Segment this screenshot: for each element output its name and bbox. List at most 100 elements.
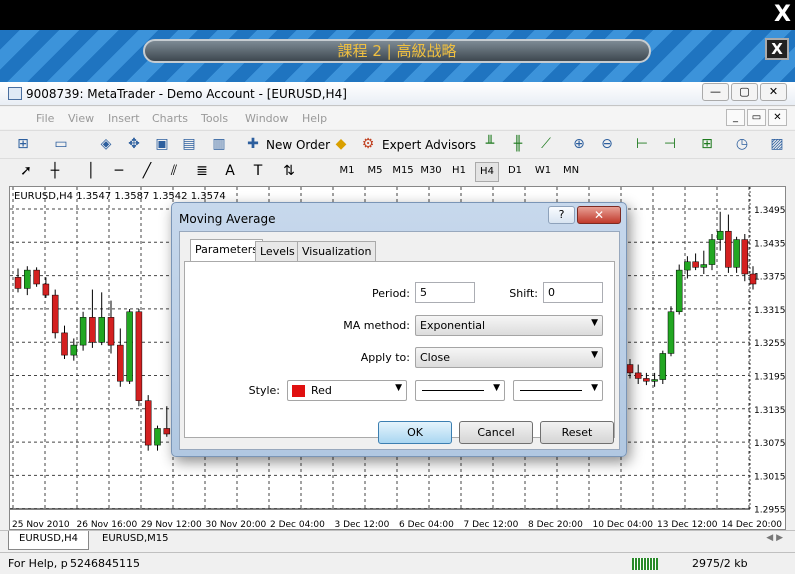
candle-body <box>42 283 50 296</box>
menu-tools[interactable]: Tools <box>201 112 228 125</box>
equidistant-channel-icon[interactable]: ⫽ <box>165 162 183 180</box>
mdi-restore-button[interactable]: ▭ <box>747 109 766 126</box>
templates-icon[interactable]: ▨ <box>768 135 786 153</box>
candle-body <box>70 344 78 356</box>
vertical-line-icon[interactable]: │ <box>82 162 100 180</box>
navigator-icon[interactable]: ✥ <box>125 135 143 153</box>
line-width-select[interactable]: ▼ <box>513 380 603 401</box>
trendline-icon[interactable]: ╱ <box>138 162 156 180</box>
time-label: 6 Dec 04:00 <box>399 520 454 530</box>
timeframe-m1[interactable]: M1 <box>335 165 359 176</box>
candle-body <box>144 400 152 446</box>
bar-chart-icon[interactable]: ╨ <box>481 135 499 153</box>
window-titlebar: 9008739: MetaTrader - Demo Account - [EU… <box>0 82 795 106</box>
mdi-close-button[interactable]: ✕ <box>768 109 787 126</box>
text-label-icon[interactable]: T <box>249 162 267 180</box>
timeframe-m5[interactable]: M5 <box>363 165 387 176</box>
timeframe-m30[interactable]: M30 <box>419 165 443 176</box>
candle-body <box>675 269 683 313</box>
tab-levels[interactable]: Levels <box>255 241 300 261</box>
timeframe-w1[interactable]: W1 <box>531 165 555 176</box>
indicators-icon[interactable]: ⊞ <box>698 135 716 153</box>
zoom-in-icon[interactable]: ⊕ <box>570 135 588 153</box>
time-label: 25 Nov 2010 <box>12 520 70 530</box>
meta-editor-icon[interactable]: ◆ <box>332 135 350 153</box>
tab-visualization[interactable]: Visualization <box>297 241 377 261</box>
line-style-select[interactable]: ▼ <box>415 380 505 401</box>
outer-top-bar: X <box>0 0 795 30</box>
menu-view[interactable]: View <box>68 112 94 125</box>
text-icon[interactable]: A <box>221 162 239 180</box>
dialog-close-button[interactable]: ✕ <box>577 206 621 224</box>
ok-button[interactable]: OK <box>378 421 452 444</box>
color-swatch <box>292 385 305 397</box>
app-icon <box>8 87 22 100</box>
tab-scroll-icon[interactable]: ◀ ▶ <box>766 533 783 543</box>
dialog-title: Moving Average <box>179 212 276 226</box>
chart-info: EURUSD,H4 1.3547 1.3587 1.3542 1.3574 <box>14 191 226 202</box>
chart-shift-icon[interactable]: ⊣ <box>661 135 679 153</box>
horizontal-line-icon[interactable]: ─ <box>110 162 128 180</box>
minimize-button[interactable]: — <box>702 83 729 101</box>
tester-icon[interactable]: ▥ <box>210 135 228 153</box>
zoom-out-icon[interactable]: ⊖ <box>598 135 616 153</box>
apply-to-value: Close <box>420 351 450 364</box>
price-label: 1.3075 <box>754 439 786 449</box>
profiles-icon[interactable]: ▭ <box>52 135 70 153</box>
tab-eurusd-h4[interactable]: EURUSD,H4 <box>8 531 90 550</box>
ma-method-value: Exponential <box>420 319 486 332</box>
menu-help[interactable]: Help <box>302 112 327 125</box>
candle-body <box>667 311 675 354</box>
new-chart-icon[interactable]: ⊞ <box>14 135 32 153</box>
price-label: 1.3435 <box>754 239 786 249</box>
dialog-help-button[interactable]: ? <box>548 206 575 224</box>
shift-input[interactable]: 0 <box>543 282 603 303</box>
color-select[interactable]: Red ▼ <box>287 380 407 401</box>
cursor-icon[interactable]: ➚ <box>17 162 35 180</box>
expert-advisors-button[interactable]: Expert Advisors <box>382 138 476 152</box>
candle-body <box>61 332 68 356</box>
banner-close-button[interactable]: X <box>765 38 789 60</box>
fibonacci-icon[interactable]: ≣ <box>193 162 211 180</box>
timeframe-h4[interactable]: H4 <box>475 162 499 182</box>
crosshair-icon[interactable]: ┼ <box>46 162 64 180</box>
cancel-button[interactable]: Cancel <box>459 421 533 444</box>
period-input[interactable]: 5 <box>415 282 475 303</box>
time-label: 3 Dec 12:00 <box>335 520 390 530</box>
price-label: 1.3255 <box>754 339 786 349</box>
ma-method-select[interactable]: Exponential ▼ <box>415 315 603 336</box>
timeframe-h1[interactable]: H1 <box>447 165 471 176</box>
time-label: 30 Nov 20:00 <box>206 520 267 530</box>
standard-toolbar: ⊞ ▭ ◈ ✥ ▣ ▤ ▥ ✚ New Order ◆ ⚙ Expert Adv… <box>0 130 795 157</box>
reset-button[interactable]: Reset <box>540 421 614 444</box>
timeframe-mn[interactable]: MN <box>559 165 583 176</box>
tab-parameters[interactable]: Parameters <box>190 239 263 262</box>
time-label: 13 Dec 12:00 <box>657 520 718 530</box>
mdi-minimize-button[interactable]: _ <box>726 109 745 126</box>
apply-to-select[interactable]: Close ▼ <box>415 347 603 368</box>
arrows-icon[interactable]: ⇅ <box>280 162 298 180</box>
timeframe-m15[interactable]: M15 <box>391 165 415 176</box>
menu-window[interactable]: Window <box>245 112 288 125</box>
period-label: Period: <box>371 287 410 300</box>
market-watch-icon[interactable]: ◈ <box>97 135 115 153</box>
close-button[interactable]: ✕ <box>760 83 787 101</box>
outer-close-button[interactable]: X <box>774 2 791 28</box>
tab-eurusd-m15[interactable]: EURUSD,M15 <box>92 531 178 550</box>
menu-file[interactable]: File <box>36 112 54 125</box>
time-label: 8 Dec 20:00 <box>528 520 583 530</box>
terminal-icon[interactable]: ▤ <box>180 135 198 153</box>
style-label: Style: <box>248 384 280 397</box>
maximize-button[interactable]: ▢ <box>731 83 758 101</box>
line-chart-icon[interactable]: ⟋ <box>537 135 555 153</box>
auto-scroll-icon[interactable]: ⊢ <box>633 135 651 153</box>
timeframe-d1[interactable]: D1 <box>503 165 527 176</box>
new-order-button[interactable]: New Order <box>266 138 330 152</box>
menu-insert[interactable]: Insert <box>108 112 140 125</box>
data-window-icon[interactable]: ▣ <box>153 135 171 153</box>
periods-icon[interactable]: ◷ <box>733 135 751 153</box>
time-label: 2 Dec 04:00 <box>270 520 325 530</box>
candle-body <box>716 230 724 240</box>
menu-charts[interactable]: Charts <box>152 112 188 125</box>
candlestick-icon[interactable]: ╫ <box>509 135 527 153</box>
